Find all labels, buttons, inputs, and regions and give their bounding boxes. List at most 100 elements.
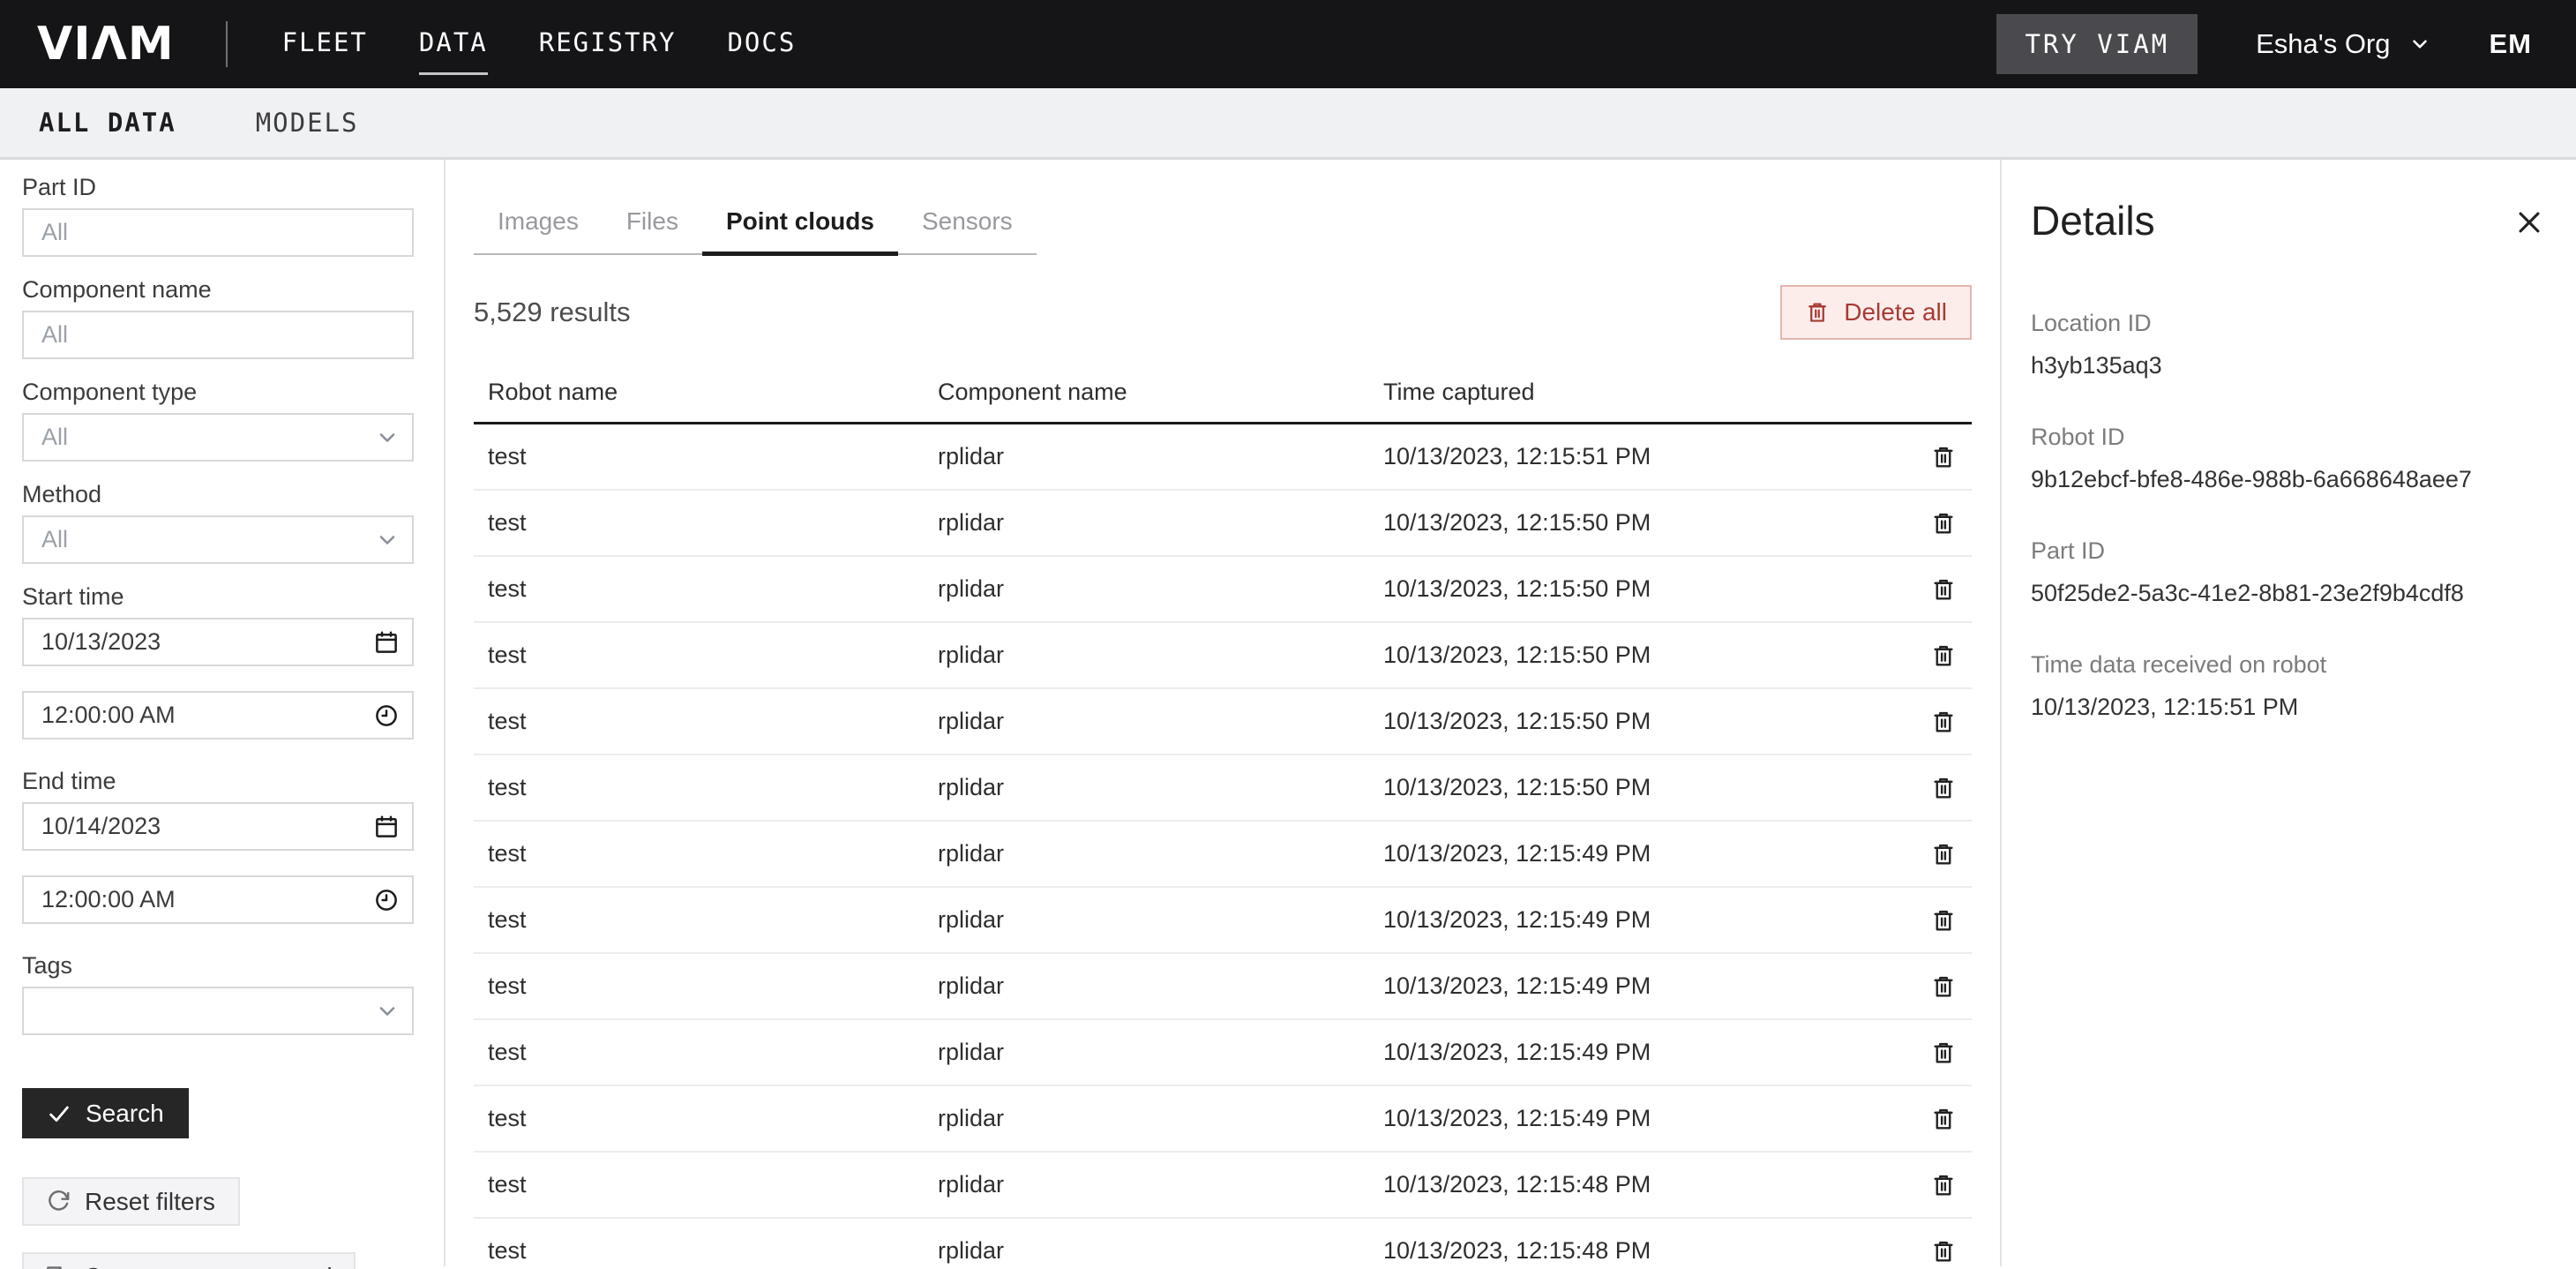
nav-item-fleet[interactable]: FLEET	[282, 22, 368, 66]
results-row: 5,529 results Delete all	[474, 285, 1972, 340]
cell-time-captured: 10/13/2023, 12:15:50 PM	[1383, 774, 1915, 801]
trash-icon	[1930, 775, 1957, 801]
table-row[interactable]: test rplidar 10/13/2023, 12:15:50 PM	[474, 755, 1972, 822]
org-switcher[interactable]: Esha's Org	[2256, 28, 2430, 60]
primary-nav: FLEET DATA REGISTRY DOCS	[282, 22, 797, 66]
copy-export-command-button[interactable]: Copy export command	[22, 1252, 356, 1269]
row-delete-button[interactable]	[1930, 1172, 1957, 1198]
cell-component-name: rplidar	[938, 774, 1383, 801]
topnav-right: TRY VIAM Esha's Org EM	[1996, 14, 2537, 74]
row-delete-button[interactable]	[1930, 1238, 1957, 1265]
nav-item-docs[interactable]: DOCS	[727, 22, 796, 66]
nav-item-registry[interactable]: REGISTRY	[539, 22, 677, 66]
row-delete-button[interactable]	[1930, 444, 1957, 470]
trash-icon	[1805, 300, 1830, 325]
cell-component-name: rplidar	[938, 840, 1383, 867]
details-panel: Details Location ID h3yb135aq3 Robot ID …	[2000, 160, 2576, 1266]
delete-all-button[interactable]: Delete all	[1780, 285, 1972, 340]
viam-logo[interactable]: VIΛM	[37, 18, 175, 71]
component-type-value: All	[41, 424, 68, 451]
table-header: Robot name Component name Time captured	[474, 379, 1972, 424]
trash-icon	[1930, 709, 1957, 735]
cell-robot-name: test	[488, 575, 938, 603]
location-id-label: Location ID	[2031, 310, 2544, 337]
row-delete-button[interactable]	[1930, 642, 1957, 669]
table-row[interactable]: test rplidar 10/13/2023, 12:15:50 PM	[474, 557, 1972, 623]
method-select[interactable]: All	[22, 515, 414, 564]
cell-time-captured: 10/13/2023, 12:15:49 PM	[1383, 1039, 1915, 1066]
tags-label: Tags	[22, 952, 414, 979]
filter-start-time: Start time	[22, 583, 414, 740]
cell-component-name: rplidar	[938, 906, 1383, 934]
tab-models[interactable]: MODELS	[256, 108, 359, 138]
trash-icon	[1930, 1040, 1957, 1066]
table-row[interactable]: test rplidar 10/13/2023, 12:15:49 PM	[474, 1086, 1972, 1153]
cell-component-name: rplidar	[938, 1237, 1383, 1265]
filter-sidebar: Part ID Component name Component type Al…	[0, 160, 446, 1266]
close-details-button[interactable]	[2514, 207, 2544, 237]
component-type-label: Component type	[22, 379, 414, 405]
user-menu[interactable]: EM	[2490, 28, 2533, 60]
tab-all-data[interactable]: ALL DATA	[39, 108, 176, 138]
cell-component-name: rplidar	[938, 509, 1383, 537]
end-date-input[interactable]	[22, 802, 414, 851]
search-button[interactable]: Search	[22, 1088, 189, 1138]
table-row[interactable]: test rplidar 10/13/2023, 12:15:49 PM	[474, 1020, 1972, 1086]
detail-robot-id: Robot ID 9b12ebcf-bfe8-486e-988b-6a66864…	[2031, 424, 2544, 493]
copy-export-command-label: Copy export command	[84, 1263, 333, 1269]
org-name: Esha's Org	[2256, 28, 2390, 60]
row-delete-button[interactable]	[1930, 1040, 1957, 1066]
row-delete-button[interactable]	[1930, 1106, 1957, 1132]
col-time-captured: Time captured	[1383, 379, 1915, 406]
tab-files[interactable]: Files	[603, 195, 702, 253]
tab-sensors[interactable]: Sensors	[898, 195, 1037, 253]
try-viam-button[interactable]: TRY VIAM	[1996, 14, 2198, 74]
table-row[interactable]: test rplidar 10/13/2023, 12:15:50 PM	[474, 689, 1972, 755]
search-button-label: Search	[86, 1100, 164, 1128]
table-row[interactable]: test rplidar 10/13/2023, 12:15:49 PM	[474, 888, 1972, 954]
sub-nav: ALL DATA MODELS	[0, 88, 2576, 160]
table-row[interactable]: test rplidar 10/13/2023, 12:15:48 PM	[474, 1153, 1972, 1219]
table-row[interactable]: test rplidar 10/13/2023, 12:15:50 PM	[474, 491, 1972, 557]
part-id-input[interactable]	[22, 208, 414, 257]
row-delete-button[interactable]	[1930, 709, 1957, 735]
row-delete-button[interactable]	[1930, 907, 1957, 934]
time-received-label: Time data received on robot	[2031, 651, 2544, 679]
cell-time-captured: 10/13/2023, 12:15:50 PM	[1383, 509, 1915, 537]
row-delete-button[interactable]	[1930, 510, 1957, 537]
cell-robot-name: test	[488, 1105, 938, 1132]
content: Part ID Component name Component type Al…	[0, 160, 2576, 1266]
row-delete-button[interactable]	[1930, 576, 1957, 603]
cell-time-captured: 10/13/2023, 12:15:49 PM	[1383, 840, 1915, 867]
row-delete-button[interactable]	[1930, 841, 1957, 867]
cell-component-name: rplidar	[938, 1171, 1383, 1198]
time-received-value: 10/13/2023, 12:15:51 PM	[2031, 694, 2544, 721]
nav-item-data[interactable]: DATA	[419, 22, 488, 66]
table-row[interactable]: test rplidar 10/13/2023, 12:15:49 PM	[474, 822, 1972, 888]
tab-point-clouds[interactable]: Point clouds	[702, 195, 898, 253]
reset-filters-button[interactable]: Reset filters	[22, 1177, 240, 1226]
cell-component-name: rplidar	[938, 1039, 1383, 1066]
results-table: Robot name Component name Time captured …	[474, 379, 1972, 1269]
component-name-input[interactable]	[22, 311, 414, 359]
copy-icon	[45, 1265, 70, 1269]
table-row[interactable]: test rplidar 10/13/2023, 12:15:48 PM	[474, 1219, 1972, 1269]
row-delete-button[interactable]	[1930, 775, 1957, 801]
start-date-input[interactable]	[22, 618, 414, 666]
tab-images[interactable]: Images	[474, 195, 603, 253]
end-time-input[interactable]	[22, 875, 414, 924]
part-id-detail-label: Part ID	[2031, 537, 2544, 565]
table-row[interactable]: test rplidar 10/13/2023, 12:15:51 PM	[474, 424, 1972, 491]
tags-select[interactable]	[22, 987, 414, 1035]
row-delete-button[interactable]	[1930, 973, 1957, 1000]
filter-end-time: End time	[22, 768, 414, 924]
cell-robot-name: test	[488, 1171, 938, 1198]
robot-id-label: Robot ID	[2031, 424, 2544, 451]
cell-robot-name: test	[488, 509, 938, 537]
part-id-label: Part ID	[22, 174, 414, 200]
start-time-input[interactable]	[22, 691, 414, 740]
component-type-select[interactable]: All	[22, 413, 414, 462]
chevron-down-icon	[2408, 33, 2431, 56]
table-row[interactable]: test rplidar 10/13/2023, 12:15:49 PM	[474, 954, 1972, 1020]
table-row[interactable]: test rplidar 10/13/2023, 12:15:50 PM	[474, 623, 1972, 689]
